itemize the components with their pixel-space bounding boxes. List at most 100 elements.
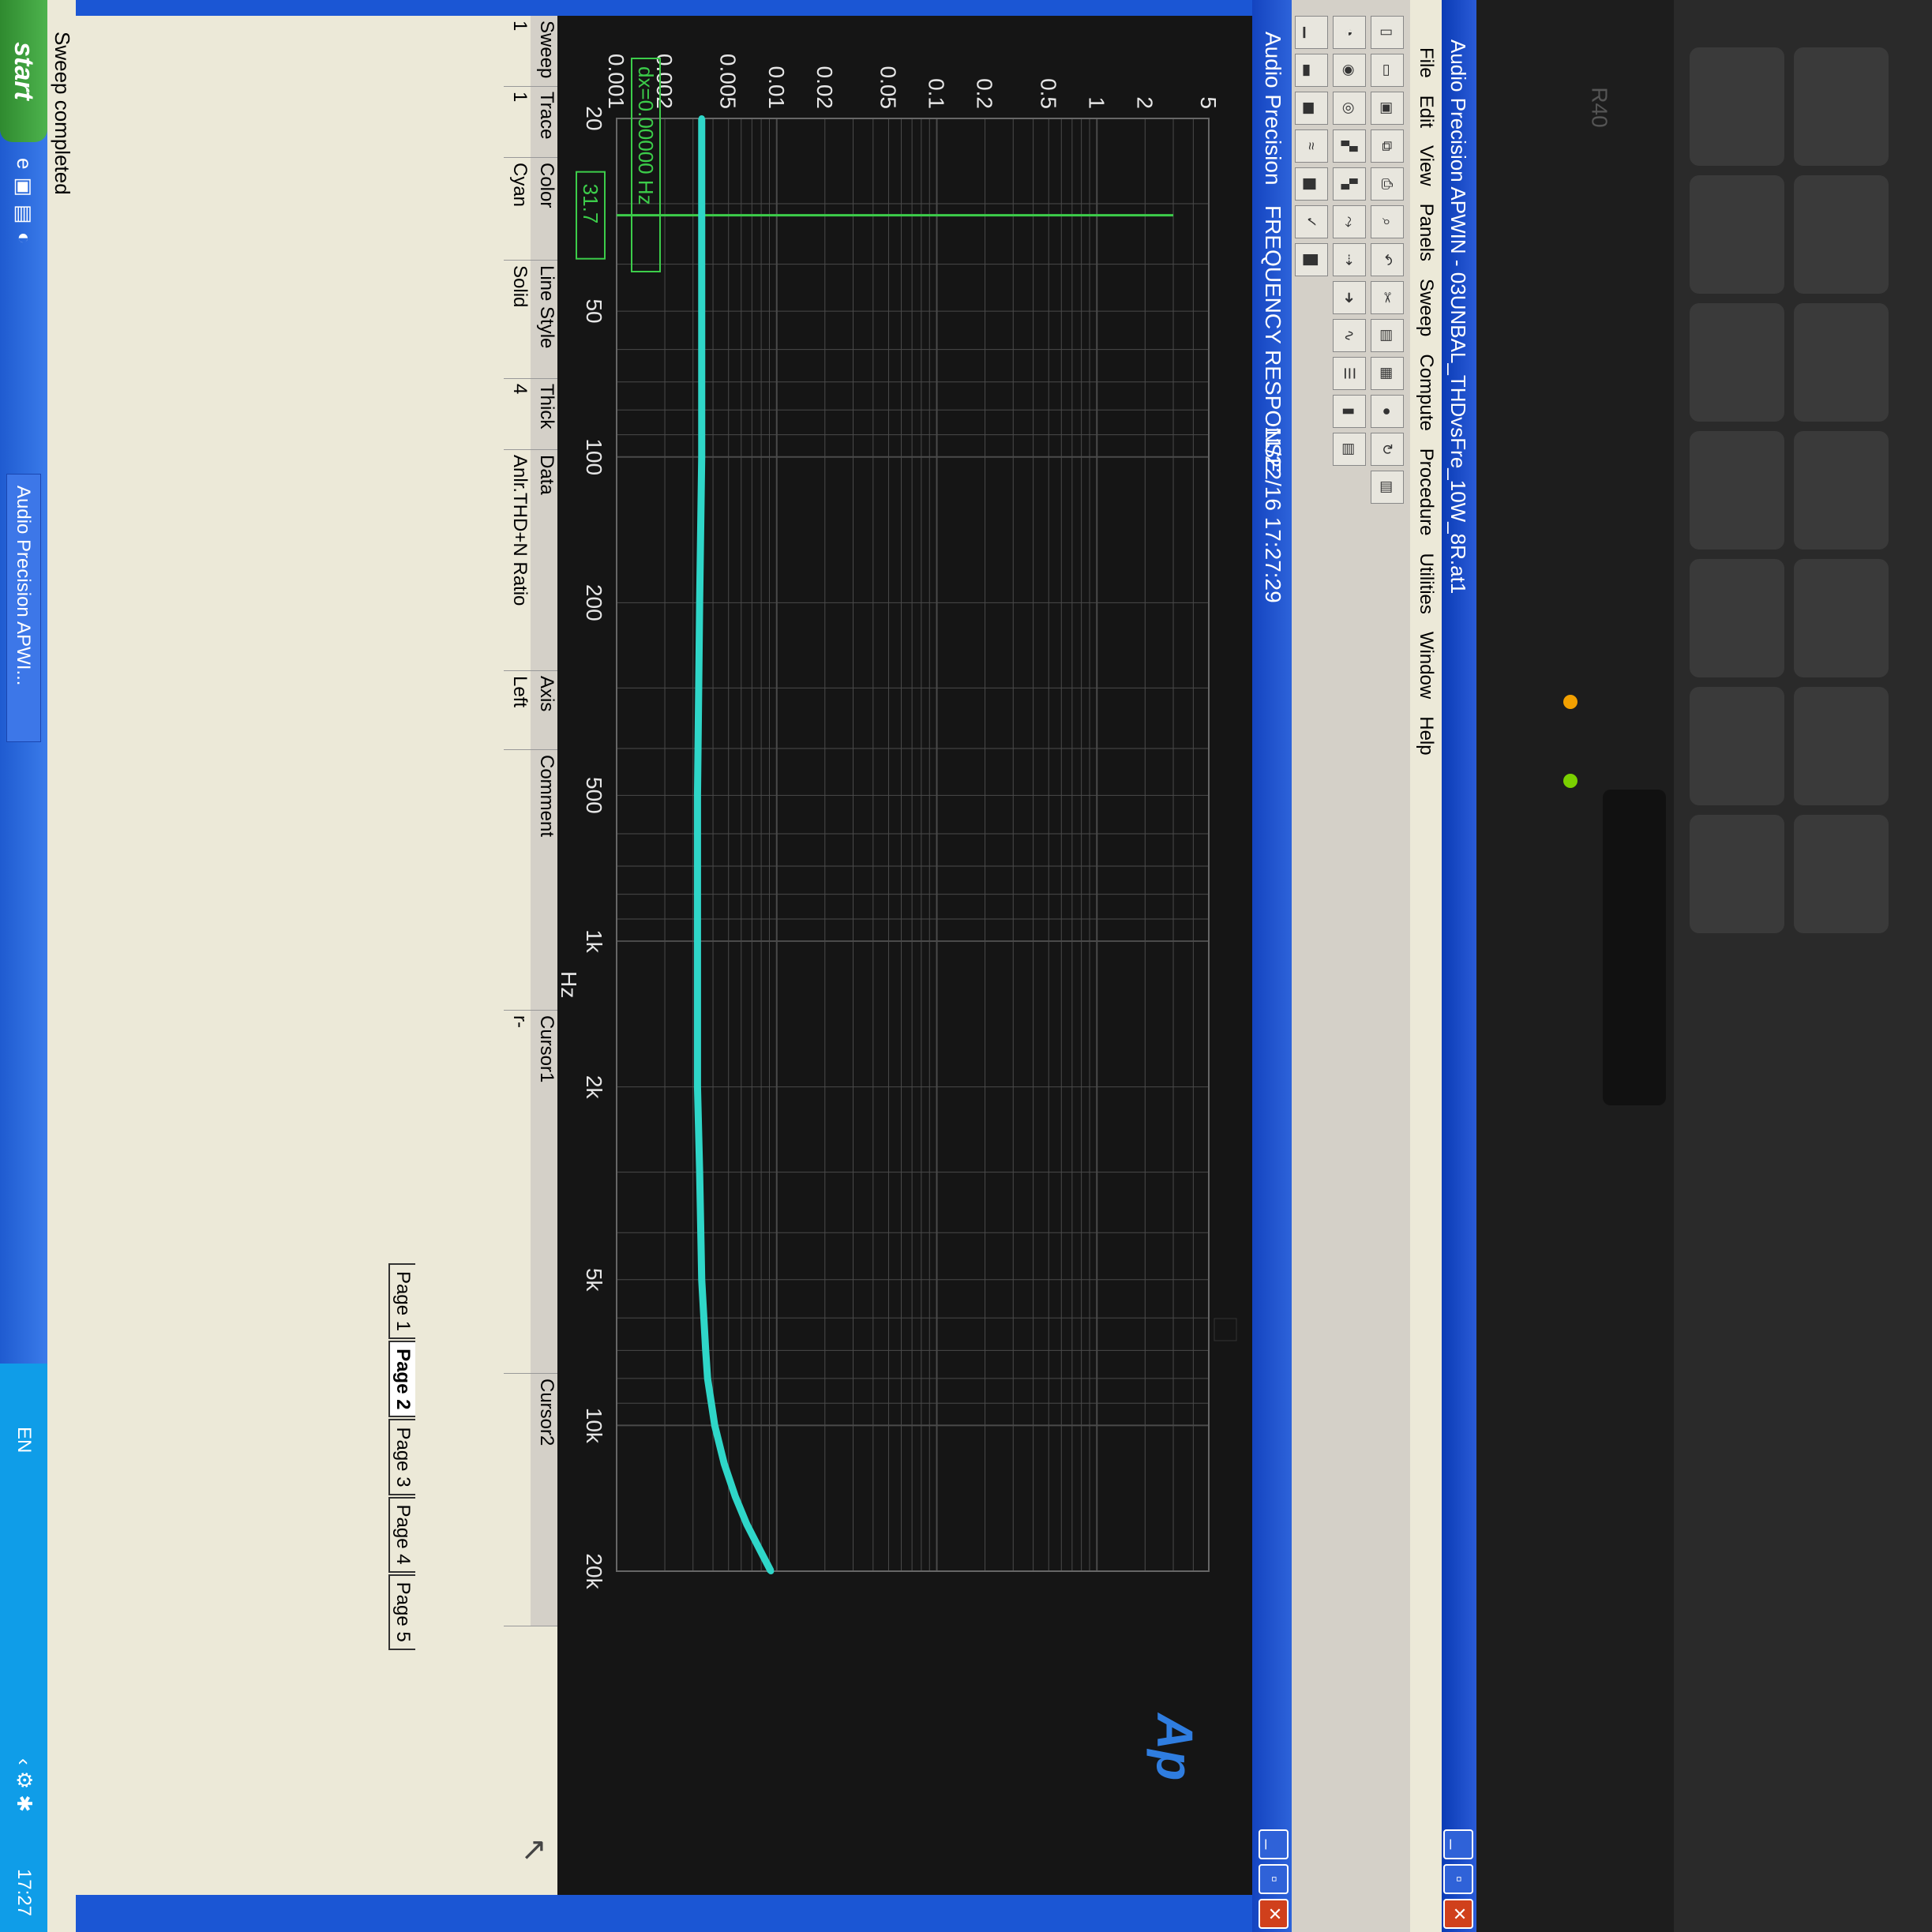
cell-data[interactable]: Anlr.THD+N Ratio <box>504 450 531 671</box>
report-icon[interactable]: ▤ <box>1333 433 1366 466</box>
sweep-icon[interactable]: ⤳ <box>1333 205 1366 238</box>
taskbar-item-apwin[interactable]: Audio Precision APWI... <box>6 474 41 742</box>
graph-window-title-bar[interactable]: Audio Precision FREQUENCY RESPONSE 11/22… <box>1252 0 1292 1932</box>
tab-page-5[interactable]: Page 5 <box>388 1574 415 1650</box>
menu-sweep[interactable]: Sweep <box>1415 279 1437 336</box>
panel-icon[interactable]: ▦ <box>1371 357 1404 390</box>
key[interactable] <box>1794 175 1889 294</box>
key[interactable] <box>1690 175 1784 294</box>
fft-icon[interactable]: ▅ <box>1295 92 1328 125</box>
bargraph-icon[interactable]: ▃ <box>1295 54 1328 87</box>
mouse-pointer-icon: ↖ <box>517 1836 552 1863</box>
desktop-icon[interactable]: ▣ <box>12 177 36 197</box>
dcx-icon[interactable]: ▚ <box>1333 167 1366 201</box>
app-title-bar[interactable]: Audio Precision APWIN - 03UNBAL_THDvsFre… <box>1442 0 1476 1932</box>
copy-icon[interactable]: ⧉ <box>1371 129 1404 163</box>
key[interactable] <box>1690 47 1784 166</box>
key[interactable] <box>1794 303 1889 422</box>
menu-window[interactable]: Window <box>1415 632 1437 699</box>
cell-trace[interactable]: 1 <box>504 87 531 158</box>
app-title: Audio Precision APWIN - 03UNBAL_THDvsFre… <box>1446 39 1470 595</box>
cell-thick[interactable]: 4 <box>504 379 531 450</box>
key[interactable] <box>1690 559 1784 677</box>
tab-page-3[interactable]: Page 3 <box>388 1419 415 1495</box>
dsp-icon[interactable]: ◎ <box>1333 92 1366 125</box>
key[interactable] <box>1794 687 1889 805</box>
save-icon[interactable]: ▣ <box>1371 92 1404 125</box>
key[interactable] <box>1690 687 1784 805</box>
filter-icon[interactable]: ▆ <box>1295 167 1328 201</box>
new-file-icon[interactable]: ▯ <box>1371 16 1404 49</box>
maximize-button[interactable]: ▫ <box>1443 1864 1473 1894</box>
cell-line-style[interactable]: Solid <box>504 261 531 379</box>
y-tick-label: 0.02 <box>812 66 837 110</box>
browser-icon[interactable]: e <box>12 158 36 169</box>
y-tick-label: 0.01 <box>764 66 789 110</box>
cell-axis[interactable]: Left <box>504 671 531 750</box>
close-button[interactable]: ✕ <box>1443 1899 1473 1929</box>
refresh-icon[interactable]: ↻ <box>1371 433 1404 466</box>
frequency-response-chart[interactable]: 5210.50.20.10.050.020.010.0050.0020.001 … <box>533 16 1252 1895</box>
spectrum-icon[interactable]: ▁ <box>1295 16 1328 49</box>
language-indicator[interactable]: EN <box>13 1427 35 1453</box>
step-icon[interactable]: ⇢ <box>1333 243 1366 276</box>
cell-comment[interactable] <box>504 750 531 1011</box>
menu-view[interactable]: View <box>1415 145 1437 186</box>
check-icon[interactable]: ✓ <box>1295 205 1328 238</box>
graph-minimize-button[interactable]: _ <box>1259 1829 1289 1859</box>
menu-utilities[interactable]: Utilities <box>1415 553 1437 614</box>
bit-stat-icon[interactable]: ▞ <box>1333 129 1366 163</box>
tray-icons[interactable]: ‹ ⚙ ✱ <box>12 1758 36 1812</box>
x-tick-label: 100 <box>582 438 606 475</box>
waveform-icon[interactable]: ≈ <box>1295 129 1328 163</box>
tab-page-4[interactable]: Page 4 <box>388 1496 415 1573</box>
menu-edit[interactable]: Edit <box>1415 96 1437 128</box>
menu-compute[interactable]: Compute <box>1415 354 1437 430</box>
cell-sweep[interactable]: 1 <box>504 16 531 87</box>
menu-panels[interactable]: Panels <box>1415 204 1437 261</box>
trace-row[interactable]: 1 1 Cyan Solid 4 Anlr.THD+N Ratio Left r… <box>504 16 531 1626</box>
meter-icon[interactable]: ◔ <box>1333 16 1366 49</box>
trace-icon[interactable]: ∿ <box>1333 319 1366 352</box>
bar-meter-icon[interactable]: ▮ <box>1333 395 1366 428</box>
key[interactable] <box>1794 559 1889 677</box>
start-label: start <box>9 42 39 100</box>
folder-icon[interactable]: ▤ <box>12 204 36 224</box>
menu-procedure[interactable]: Procedure <box>1415 448 1437 536</box>
menu-help[interactable]: Help <box>1415 716 1437 755</box>
print-icon[interactable]: ⎙ <box>1371 167 1404 201</box>
data-point <box>767 1568 775 1574</box>
open-file-icon[interactable]: ▭ <box>1371 54 1404 87</box>
tab-page-2[interactable]: Page 2 <box>388 1341 415 1418</box>
key[interactable] <box>1690 815 1784 933</box>
start-button[interactable]: start <box>0 0 47 142</box>
graph-maximize-button[interactable]: ▫ <box>1259 1864 1289 1894</box>
key[interactable] <box>1794 431 1889 550</box>
graph-area[interactable]: 5 2 1 0.5 0.2 0.1 0.05 0.02 0.01 0.005 0.002 0.001 … <box>533 16 1252 1895</box>
key[interactable] <box>1690 431 1784 550</box>
paste-icon[interactable]: ▤ <box>1371 319 1404 352</box>
col-trace: Trace <box>531 87 557 158</box>
zoom-icon[interactable]: ⌕ <box>1371 205 1404 238</box>
arrow-icon[interactable]: ➜ <box>1333 281 1366 314</box>
menu-file[interactable]: File <box>1415 47 1437 78</box>
tab-page-1[interactable]: Page 1 <box>388 1263 415 1340</box>
x-tick-labels: 20 50 100 200 500 1k 2k 5k 10k 20k <box>582 106 606 1589</box>
cut-icon[interactable]: ✂ <box>1371 281 1404 314</box>
graph-icon[interactable]: ▥ <box>1371 471 1404 504</box>
keyboard <box>1674 0 1932 1932</box>
cell-color[interactable]: Cyan <box>504 158 531 261</box>
go-icon[interactable]: ● <box>1371 395 1404 428</box>
key[interactable] <box>1690 303 1784 422</box>
media-icon[interactable]: ◐ <box>12 232 36 245</box>
chart-icon[interactable]: ▇ <box>1295 243 1328 276</box>
list-icon[interactable]: ☰ <box>1333 357 1366 390</box>
cell-cursor1[interactable]: r- <box>504 1011 531 1374</box>
graph-close-button[interactable]: ✕ <box>1259 1899 1289 1929</box>
minimize-button[interactable]: _ <box>1443 1829 1473 1859</box>
cell-cursor2[interactable] <box>504 1374 531 1626</box>
generator-icon[interactable]: ◉ <box>1333 54 1366 87</box>
undo-icon[interactable]: ↶ <box>1371 243 1404 276</box>
key[interactable] <box>1794 47 1889 166</box>
key[interactable] <box>1794 815 1889 933</box>
